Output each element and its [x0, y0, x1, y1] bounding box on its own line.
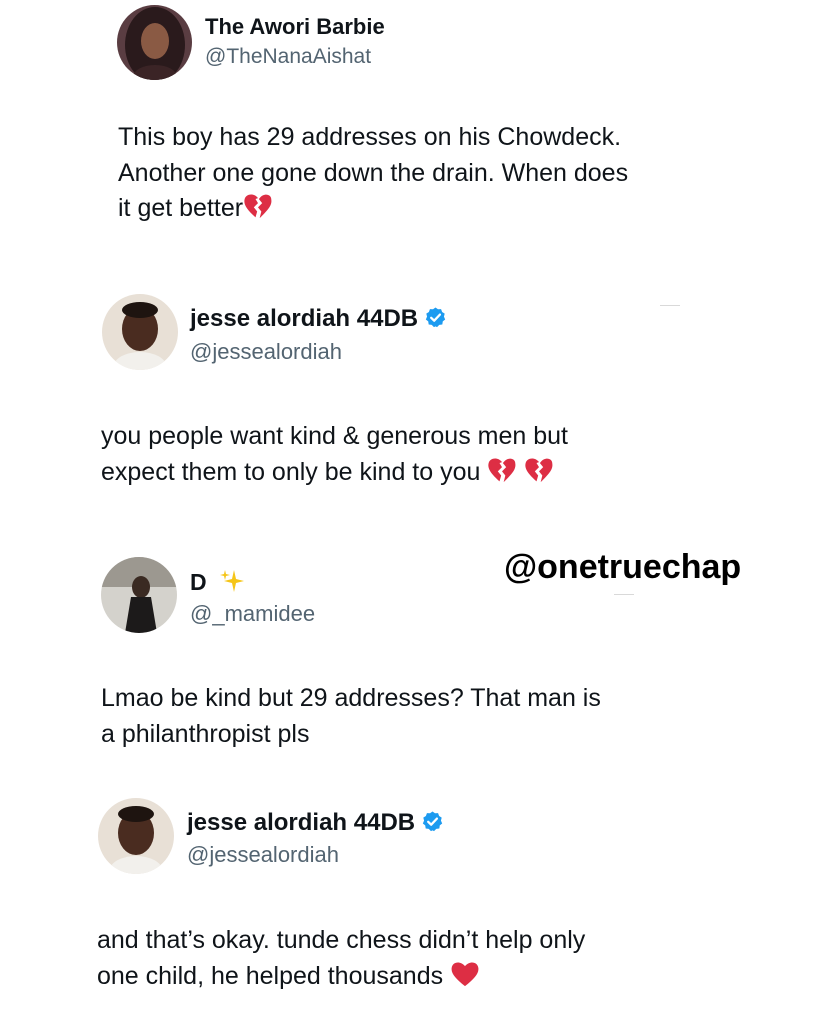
post-line: a philanthropist pls — [101, 719, 310, 748]
divider — [660, 305, 680, 306]
post-text: and that’s okay. tunde chess didn’t help… — [97, 923, 585, 998]
display-name-text: D — [190, 569, 207, 595]
avatar[interactable] — [101, 557, 177, 633]
post-text: you people want kind & generous men but … — [101, 419, 568, 494]
display-name[interactable]: The Awori Barbie — [205, 14, 385, 40]
post-line: This boy has 29 addresses on his Chowdec… — [118, 123, 622, 151]
avatar[interactable] — [98, 798, 174, 874]
post-line-last: one child, he helped thousands — [97, 959, 585, 999]
post-line: and that’s okay. tunde chess didn’t help… — [97, 926, 586, 954]
post-text: Lmao be kind but 29 addresses? That man … — [101, 681, 601, 752]
post-line-last: expect them to only be kind to you — [101, 455, 568, 495]
red-heart-icon — [450, 961, 480, 999]
divider — [614, 594, 634, 595]
verified-badge-icon — [424, 306, 447, 336]
broken-heart-icon — [243, 193, 273, 231]
display-name[interactable]: D — [190, 568, 245, 600]
sparkles-icon — [219, 568, 245, 600]
display-name[interactable]: jesse alordiah 44DB — [190, 305, 447, 336]
handle[interactable]: @_mamidee — [190, 601, 315, 627]
avatar[interactable] — [117, 5, 192, 80]
post-line: you people want kind & generous men but — [101, 422, 568, 450]
post-line: Another one gone down the drain. When do… — [118, 158, 629, 187]
avatar[interactable] — [102, 294, 178, 370]
watermark: @onetruechap — [504, 548, 742, 586]
post-line-text: expect them to only be kind to you — [101, 457, 481, 486]
handle[interactable]: @jessealordiah — [190, 339, 342, 365]
display-name[interactable]: jesse alordiah 44DB — [187, 809, 444, 840]
handle[interactable]: @TheNanaAishat — [205, 45, 371, 69]
post-text: This boy has 29 addresses on his Chowdec… — [118, 120, 628, 231]
broken-heart-icon — [487, 457, 517, 495]
post-line: Lmao be kind but 29 addresses? That man … — [101, 684, 601, 712]
post-line-last: it get better — [118, 191, 628, 231]
post-line-text: one child, he helped thousands — [97, 961, 444, 990]
verified-badge-icon — [421, 810, 444, 840]
broken-heart-icon — [524, 457, 554, 495]
handle[interactable]: @jessealordiah — [187, 842, 339, 868]
display-name-text: jesse alordiah 44DB — [187, 809, 416, 836]
post-line-text: it get better — [118, 194, 244, 222]
display-name-text: jesse alordiah 44DB — [190, 305, 419, 332]
